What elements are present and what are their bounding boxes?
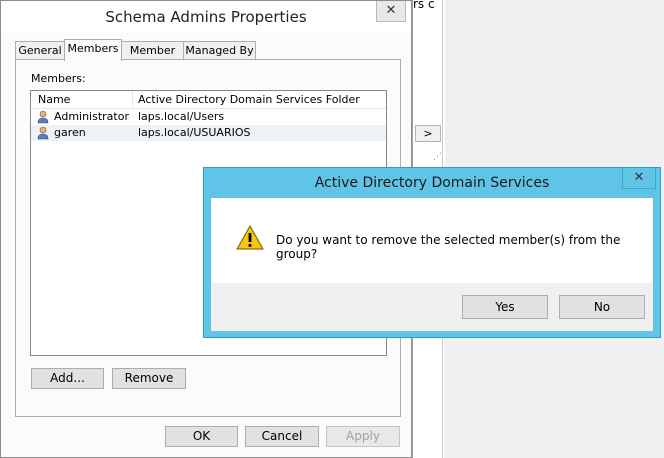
member-folder: laps.local/Users	[138, 110, 225, 123]
properties-close-button[interactable]: ✕	[376, 1, 406, 22]
column-header-folder[interactable]: Active Directory Domain Services Folder	[138, 93, 360, 106]
warning-icon	[236, 225, 264, 250]
properties-window-title: Schema Admins Properties	[1, 1, 411, 33]
confirm-dialog: Active Directory Domain Services ✕ Do yo…	[203, 167, 661, 338]
tab-managed-by[interactable]: Managed By	[183, 41, 256, 60]
remove-button[interactable]: Remove	[112, 368, 186, 389]
table-row[interactable]: garen laps.local/USUARIOS	[31, 125, 386, 141]
members-label: Members:	[31, 72, 86, 85]
user-icon	[37, 110, 49, 124]
member-folder: laps.local/USUARIOS	[138, 126, 251, 139]
background-window-lower-area	[444, 338, 664, 458]
tab-members[interactable]: Members	[64, 39, 122, 61]
dialog-title: Active Directory Domain Services	[314, 175, 550, 191]
dialog-body: Do you want to remove the selected membe…	[211, 198, 653, 331]
background-window-text: rs c	[413, 0, 435, 11]
member-name: garen	[54, 126, 86, 139]
dialog-message: Do you want to remove the selected membe…	[276, 233, 621, 261]
tab-general[interactable]: General	[15, 41, 65, 60]
no-button[interactable]: No	[559, 295, 645, 319]
add-button[interactable]: Add...	[31, 368, 104, 389]
column-separator[interactable]	[132, 91, 133, 108]
dialog-button-bar: Yes No	[211, 283, 653, 331]
tab-member-of[interactable]: Member Of	[121, 41, 184, 75]
member-name: Administrator	[54, 110, 129, 123]
table-row[interactable]: Administrator laps.local/Users	[31, 109, 386, 125]
resize-grip-icon: ⋰	[433, 152, 442, 162]
scroll-right-button[interactable]: >	[415, 125, 441, 142]
ok-button[interactable]: OK	[165, 426, 238, 447]
dialog-close-button[interactable]: ✕	[622, 168, 656, 189]
yes-button[interactable]: Yes	[462, 295, 548, 319]
cancel-button[interactable]: Cancel	[245, 426, 319, 447]
apply-button[interactable]: Apply	[326, 426, 400, 447]
members-list-header: Name Active Directory Domain Services Fo…	[31, 91, 386, 109]
user-icon	[37, 126, 49, 140]
column-header-name[interactable]: Name	[38, 93, 70, 106]
